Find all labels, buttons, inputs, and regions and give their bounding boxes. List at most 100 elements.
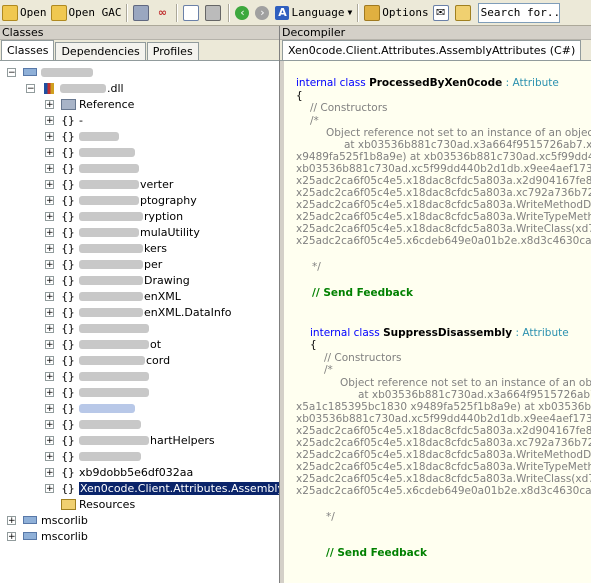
expand-icon[interactable]: + (45, 211, 54, 221)
expand-icon[interactable]: + (45, 339, 54, 349)
toolbar-separator (228, 3, 231, 22)
folder-open-icon (2, 4, 18, 21)
expand-icon[interactable]: + (45, 387, 54, 397)
expand-icon[interactable]: + (45, 291, 54, 301)
options-button[interactable]: Options (362, 2, 430, 24)
collapse-icon[interactable]: − (26, 83, 35, 93)
expand-icon[interactable]: + (45, 323, 54, 333)
tree-row-namespace[interactable]: + {} kers (45, 240, 167, 256)
expand-icon[interactable]: + (45, 147, 54, 157)
tree-row-namespace[interactable]: + {} enXML.DataInfo (45, 304, 231, 320)
expand-icon[interactable]: + (45, 115, 54, 125)
send-feedback-link[interactable]: // Send Feedback (312, 287, 413, 299)
expand-icon[interactable]: + (45, 259, 54, 269)
expand-icon[interactable]: + (45, 435, 54, 445)
expand-icon[interactable]: + (45, 483, 54, 493)
tree-row-assembly[interactable]: − (7, 64, 94, 80)
tree-row-namespace[interactable]: + {} (45, 368, 150, 384)
tree-row-namespace[interactable]: + {} cord (45, 352, 170, 368)
tree-row-namespace[interactable]: + {} per (45, 256, 162, 272)
tree-row-namespace[interactable]: + {} ryption (45, 208, 183, 224)
expand-icon[interactable]: + (45, 131, 54, 141)
print-button[interactable] (203, 2, 225, 24)
tab-dependencies[interactable]: Dependencies (55, 42, 146, 60)
namespace-icon: {} (61, 177, 75, 191)
tab-profiles[interactable]: Profiles (146, 42, 199, 60)
expand-icon[interactable]: + (45, 355, 54, 365)
tree-row-namespace[interactable]: + {} verter (45, 176, 173, 192)
expand-icon[interactable]: + (45, 419, 54, 429)
tree-row-namespace[interactable]: + {} - (45, 112, 83, 128)
expand-icon[interactable]: + (7, 515, 16, 525)
tree-row-namespace[interactable]: + {} hartHelpers (45, 432, 215, 448)
expand-icon[interactable]: + (45, 403, 54, 413)
expand-icon[interactable]: + (45, 243, 54, 253)
namespace-icon: {} (61, 129, 75, 143)
tree-row-mscorlib[interactable]: + mscorlib (7, 528, 88, 544)
tree-row-namespace[interactable]: + {} (45, 400, 136, 416)
namespace-icon: {} (61, 385, 75, 399)
tree-row-dll[interactable]: − .dll (26, 80, 124, 96)
stack-trace-line: x25adc2ca6f05c4e5.x18dac8cfdc5a803a.xc79… (296, 187, 591, 199)
tab-decompiled-file[interactable]: Xen0code.Client.Attributes.AssemblyAttri… (282, 40, 582, 60)
back-button[interactable]: ‹ (233, 2, 253, 24)
about-button[interactable] (453, 2, 475, 24)
infinity-button[interactable]: ∞ (153, 2, 173, 24)
obscured-name (79, 163, 139, 173)
code-view[interactable]: internal class ProcessedByXen0code : Att… (284, 61, 591, 583)
open-gac-button[interactable]: Open GAC (49, 2, 124, 24)
error-message: Object reference not set to an instance … (326, 127, 591, 139)
options-label: Options (382, 6, 429, 19)
expand-icon[interactable]: + (45, 195, 54, 205)
tree-row-namespace-selected[interactable]: + {} Xen0code.Client.Attributes.AssemblyAt… (45, 480, 279, 496)
tab-classes[interactable]: Classes (1, 40, 55, 60)
base-type-link[interactable]: : Attribute (515, 327, 568, 339)
expand-icon[interactable]: + (45, 307, 54, 317)
mail-button[interactable]: ✉ (431, 2, 453, 24)
namespace-icon: {} (61, 353, 75, 367)
open-button[interactable]: Open (0, 2, 49, 24)
namespace-label: hartHelpers (150, 433, 215, 447)
language-dropdown[interactable]: A Language ▼ (273, 2, 354, 24)
expand-icon[interactable]: + (45, 179, 54, 189)
expand-icon[interactable]: + (45, 99, 54, 109)
tree-row-namespace[interactable]: + {} (45, 144, 136, 160)
error-message: Object reference not set to an instance … (340, 377, 591, 389)
tree-row-namespace[interactable]: + {} Drawing (45, 272, 190, 288)
tree-row-resources[interactable]: Resources (45, 496, 135, 512)
tree-row-namespace[interactable]: + {} (45, 320, 150, 336)
printer-icon (205, 4, 222, 21)
class-name-link[interactable]: SuppressDisassembly (383, 327, 512, 339)
expand-icon[interactable]: + (7, 531, 16, 541)
tree-row-namespace[interactable]: + {} (45, 416, 142, 432)
expand-icon[interactable]: + (45, 275, 54, 285)
tree-row-namespace[interactable]: + {} (45, 384, 150, 400)
base-type-link[interactable]: : Attribute (506, 77, 559, 89)
tree-row-namespace[interactable]: + {} ot (45, 336, 161, 352)
expand-icon[interactable]: + (45, 451, 54, 461)
class-name-link[interactable]: ProcessedByXen0code (369, 77, 502, 89)
tree-row-mscorlib[interactable]: + mscorlib (7, 512, 88, 528)
collapse-icon[interactable]: − (7, 67, 16, 77)
forward-button[interactable]: › (253, 2, 273, 24)
tree-row-namespace[interactable]: + {} mulaUtility (45, 224, 200, 240)
tree-row-namespace[interactable]: + {} (45, 160, 140, 176)
expand-icon[interactable]: + (45, 467, 54, 477)
expand-icon[interactable]: + (45, 371, 54, 381)
tree-row-namespace[interactable]: + {} xb9dobb5e6df032aa (45, 464, 193, 480)
namespace-label: mulaUtility (140, 225, 200, 239)
search-input[interactable]: Search for... (477, 2, 560, 23)
save-button[interactable] (131, 2, 153, 24)
export-button[interactable] (181, 2, 203, 24)
open-label: Open (20, 6, 47, 19)
send-feedback-link[interactable]: // Send Feedback (326, 547, 427, 559)
tree-row-reference[interactable]: + Reference (45, 96, 134, 112)
tree-row-namespace[interactable]: + {} (45, 448, 142, 464)
obscured-name (79, 195, 139, 205)
expand-icon[interactable]: + (45, 163, 54, 173)
tree-row-namespace[interactable]: + {} enXML (45, 288, 181, 304)
expand-icon[interactable]: + (45, 227, 54, 237)
obscured-name (60, 83, 106, 93)
tree-row-namespace[interactable]: + {} ptography (45, 192, 197, 208)
tree-row-namespace[interactable]: + {} (45, 128, 120, 144)
